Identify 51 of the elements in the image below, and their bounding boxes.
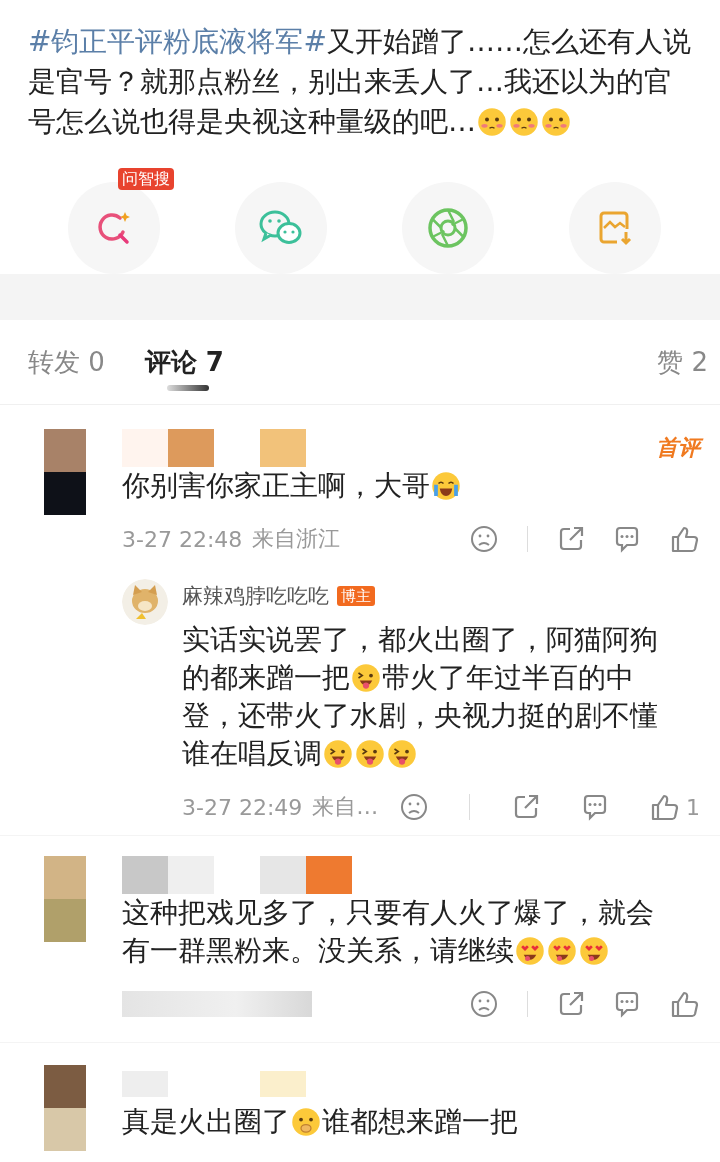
timestamp: 3-27 22:48 — [122, 526, 243, 552]
comment-text: 真是火出圈了 — [122, 1104, 290, 1140]
emoji-icon — [541, 107, 571, 137]
dog-avatar — [122, 579, 168, 625]
author-tag: 博主 — [337, 586, 375, 606]
location-text: 来自… — [312, 793, 379, 821]
emoji-icon — [351, 663, 381, 693]
aperture-icon — [426, 207, 469, 249]
post-text: 又开始蹭了……怎么还有人说 — [326, 24, 691, 60]
tab-indicator — [166, 385, 209, 391]
comment-text: 有一群黑粉来。没关系，请继续 — [122, 933, 514, 969]
username[interactable]: 麻辣鸡脖吃吃吃 — [182, 582, 329, 610]
dislike-button[interactable] — [470, 990, 498, 1018]
tab[interactable]: 赞 2 — [657, 345, 708, 379]
like-button[interactable]: 1 — [650, 793, 700, 821]
comment-text: 的都来蹭一把 — [182, 660, 350, 696]
tab[interactable]: 评论 7 — [144, 345, 224, 379]
hashtag-link[interactable]: #钧正平评粉底液将军# — [28, 23, 327, 61]
emoji-icon — [547, 936, 577, 966]
comment-text: 这种把戏见多了，只要有人火了爆了，就会 — [122, 895, 654, 931]
thumbs-up-icon — [650, 793, 680, 821]
comment-text: 登，还带火了水剧，央视力挺的剧不懂 — [182, 698, 658, 734]
comment-text: 你别害你家正主啊，大哥 — [122, 468, 430, 504]
post-text: 是官号？就那点粉丝，别出来丢人了…我还以为的官 — [28, 64, 672, 100]
comment-text: 谁都想来蹭一把 — [322, 1104, 518, 1140]
frown-face-icon — [400, 793, 428, 821]
frown-face-icon — [470, 990, 498, 1018]
dislike-button[interactable] — [400, 793, 428, 821]
like-button[interactable] — [670, 990, 700, 1018]
emoji-icon — [355, 739, 385, 769]
emoji-icon — [477, 107, 507, 137]
emoji-icon — [431, 471, 461, 501]
emoji-icon — [291, 1107, 321, 1137]
comment-text: 带火了年过半百的中 — [382, 660, 634, 696]
location-text: 来自浙江 — [252, 525, 341, 553]
thumbs-up-icon — [670, 525, 700, 553]
thumbs-up-icon — [670, 990, 700, 1018]
emoji-icon — [515, 936, 545, 966]
comment-text: 实话实说罢了，都火出圈了，阿猫阿狗 — [182, 622, 658, 658]
dislike-button[interactable] — [470, 525, 498, 553]
tab[interactable]: 转发 0 — [28, 345, 105, 379]
emoji-icon — [323, 739, 353, 769]
frown-face-icon — [470, 525, 498, 553]
emoji-icon — [579, 936, 609, 966]
post-text: 号怎么说也得是央视这种量级的吧… — [28, 104, 476, 140]
emoji-icon — [509, 107, 539, 137]
new-badge: 问智搜 — [117, 168, 174, 190]
timestamp: 3-27 22:49 — [182, 794, 303, 820]
comment-text: 谁在唱反调 — [182, 736, 322, 772]
emoji-icon — [387, 739, 417, 769]
like-button[interactable] — [670, 525, 700, 553]
